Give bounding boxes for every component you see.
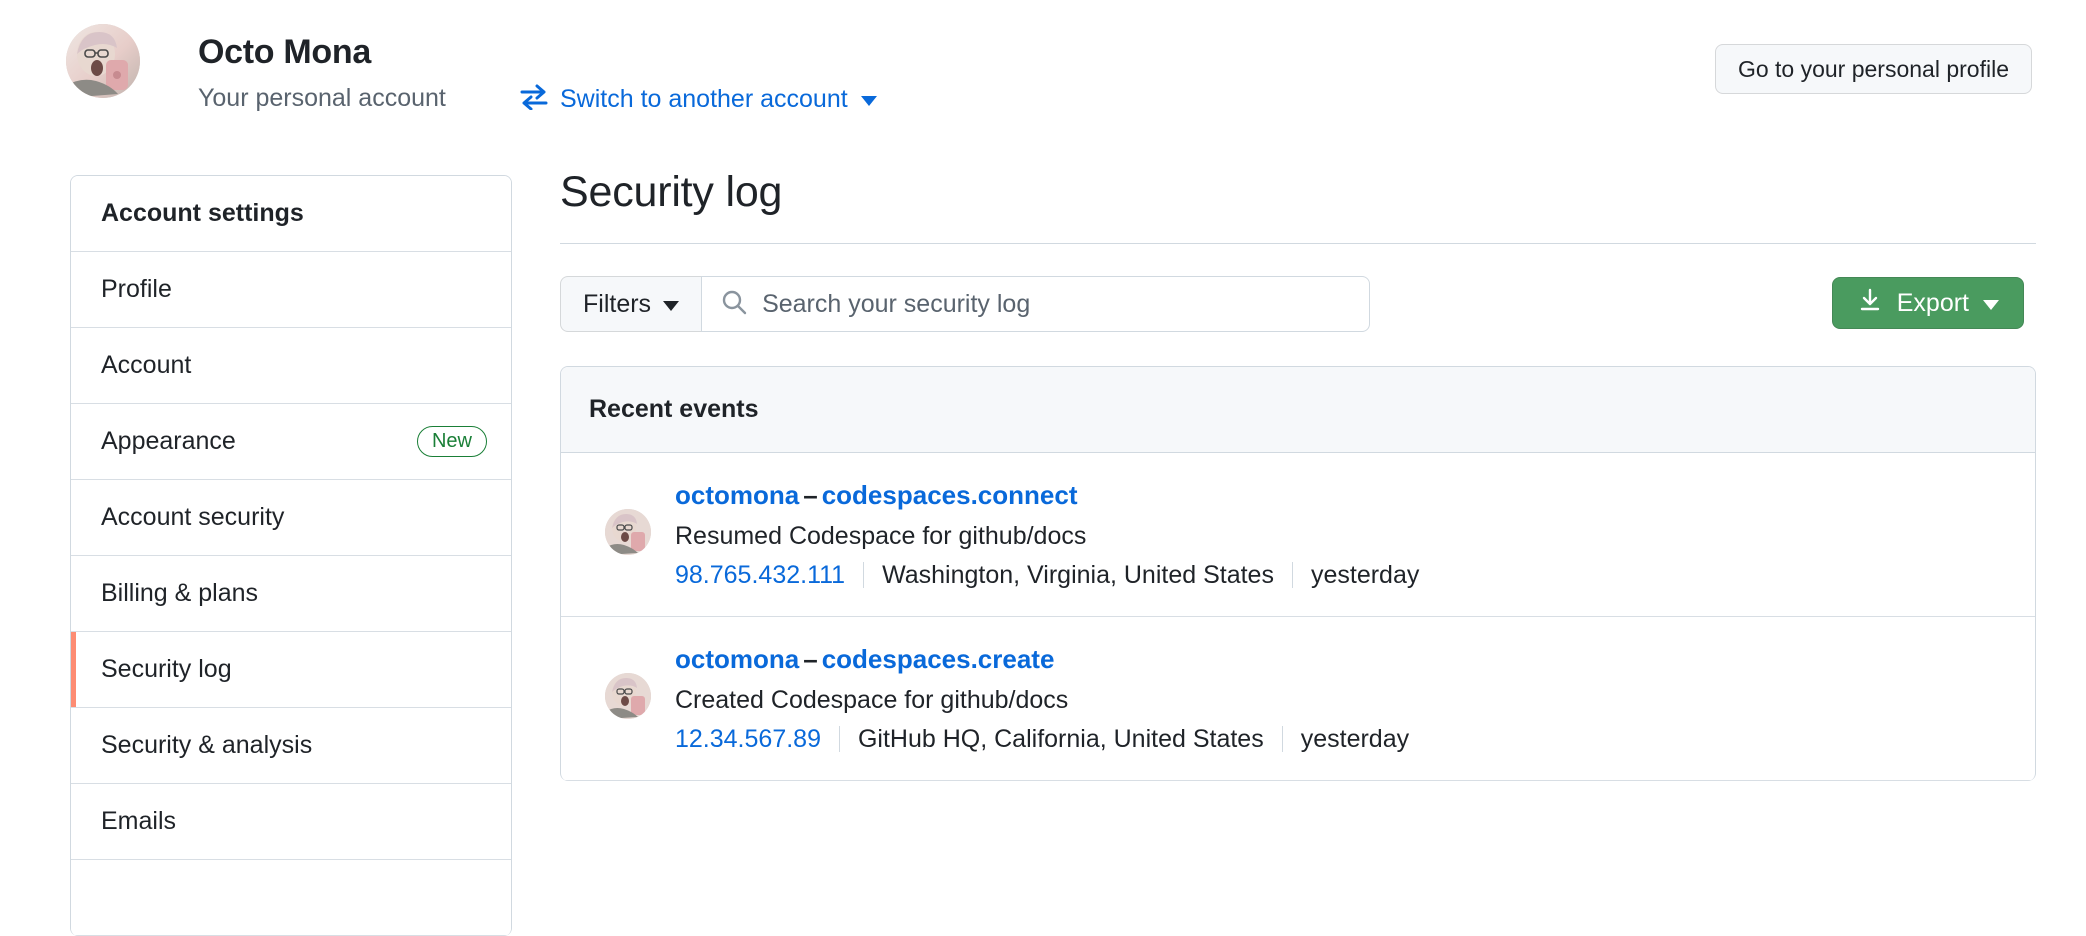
chevron-down-icon [663, 301, 679, 311]
event-location: GitHub HQ, California, United States [858, 725, 1264, 754]
event-meta: 98.765.432.111 Washington, Virginia, Uni… [675, 561, 2007, 590]
sidebar-item-label: Billing & plans [101, 579, 258, 608]
search-group: Filters Search your security log [560, 276, 1370, 332]
event-actor-link[interactable]: octomona [675, 480, 799, 510]
event-meta: 12.34.567.89 GitHub HQ, California, Unit… [675, 725, 2007, 754]
account-name: Octo Mona [198, 33, 371, 72]
security-log-toolbar: Filters Search your security log [560, 276, 2036, 332]
new-badge: New [417, 426, 487, 457]
divider [1292, 562, 1293, 588]
avatar-image [66, 24, 140, 98]
event-body: octomona–codespaces.create Created Codes… [675, 643, 2007, 754]
search-input[interactable]: Search your security log [701, 276, 1370, 332]
sidebar-item-label: Account security [101, 503, 284, 532]
export-label: Export [1897, 289, 1969, 318]
event-description: Created Codespace for github/docs [675, 686, 2007, 715]
sidebar-item-partial[interactable] [71, 860, 511, 936]
main-content: Security log Filters Search your securit… [560, 168, 2036, 781]
event-action-link[interactable]: codespaces.connect [822, 480, 1078, 510]
event-location: Washington, Virginia, United States [882, 561, 1274, 590]
event-separator: – [799, 480, 821, 510]
event-separator: – [799, 644, 821, 674]
sidebar-item-label: Emails [101, 807, 176, 836]
divider [839, 726, 840, 752]
filters-label: Filters [583, 290, 651, 319]
account-settings-sidebar: Account settings Profile Account Appeara… [70, 175, 512, 936]
avatar-image [605, 509, 651, 555]
chevron-down-icon [1983, 300, 1999, 310]
sidebar-item-label: Account [101, 351, 191, 380]
sidebar-item-label: Security log [101, 655, 232, 684]
download-icon [1857, 287, 1883, 320]
sidebar-item-emails[interactable]: Emails [71, 784, 511, 860]
account-subtitle: Your personal account [198, 84, 446, 113]
search-placeholder: Search your security log [762, 290, 1030, 319]
sidebar-item-account[interactable]: Account [71, 328, 511, 404]
switch-account-button[interactable]: Switch to another account [519, 84, 877, 115]
event-title: octomona–codespaces.connect [675, 479, 2007, 513]
filters-button[interactable]: Filters [560, 276, 701, 332]
avatar [605, 509, 651, 555]
sidebar-heading: Account settings [71, 176, 511, 252]
table-row: octomona–codespaces.connect Resumed Code… [561, 453, 2035, 617]
sidebar-item-billing-plans[interactable]: Billing & plans [71, 556, 511, 632]
divider [863, 562, 864, 588]
sidebar-item-account-security[interactable]: Account security [71, 480, 511, 556]
event-action-link[interactable]: codespaces.create [822, 644, 1055, 674]
table-row: octomona–codespaces.create Created Codes… [561, 617, 2035, 781]
event-timestamp: yesterday [1301, 725, 1409, 754]
sidebar-item-label: Security & analysis [101, 731, 312, 760]
sidebar-item-appearance[interactable]: Appearance New [71, 404, 511, 480]
divider [1282, 726, 1283, 752]
switch-account-label: Switch to another account [560, 85, 848, 114]
page-title: Security log [560, 168, 2036, 244]
event-description: Resumed Codespace for github/docs [675, 522, 2007, 551]
export-button[interactable]: Export [1832, 277, 2024, 329]
event-timestamp: yesterday [1311, 561, 1419, 590]
sidebar-item-security-analysis[interactable]: Security & analysis [71, 708, 511, 784]
search-icon [720, 288, 748, 321]
event-body: octomona–codespaces.connect Resumed Code… [675, 479, 2007, 590]
recent-events-header: Recent events [561, 367, 2035, 453]
avatar [66, 24, 140, 98]
event-ip-link[interactable]: 12.34.567.89 [675, 725, 821, 754]
avatar-image [605, 673, 651, 719]
account-header: Octo Mona Your personal account Switch t… [0, 0, 2086, 140]
sidebar-item-label: Appearance [101, 427, 236, 456]
event-actor-link[interactable]: octomona [675, 644, 799, 674]
arrow-switch-icon [519, 84, 549, 115]
sidebar-item-profile[interactable]: Profile [71, 252, 511, 328]
chevron-down-icon [861, 96, 877, 106]
sidebar-item-security-log[interactable]: Security log [71, 632, 511, 708]
recent-events-card: Recent events octomona–codespaces.connec… [560, 366, 2036, 781]
event-title: octomona–codespaces.create [675, 643, 2007, 677]
sidebar-item-label: Profile [101, 275, 172, 304]
avatar [605, 673, 651, 719]
go-to-personal-profile-button[interactable]: Go to your personal profile [1715, 44, 2032, 94]
event-ip-link[interactable]: 98.765.432.111 [675, 561, 845, 590]
